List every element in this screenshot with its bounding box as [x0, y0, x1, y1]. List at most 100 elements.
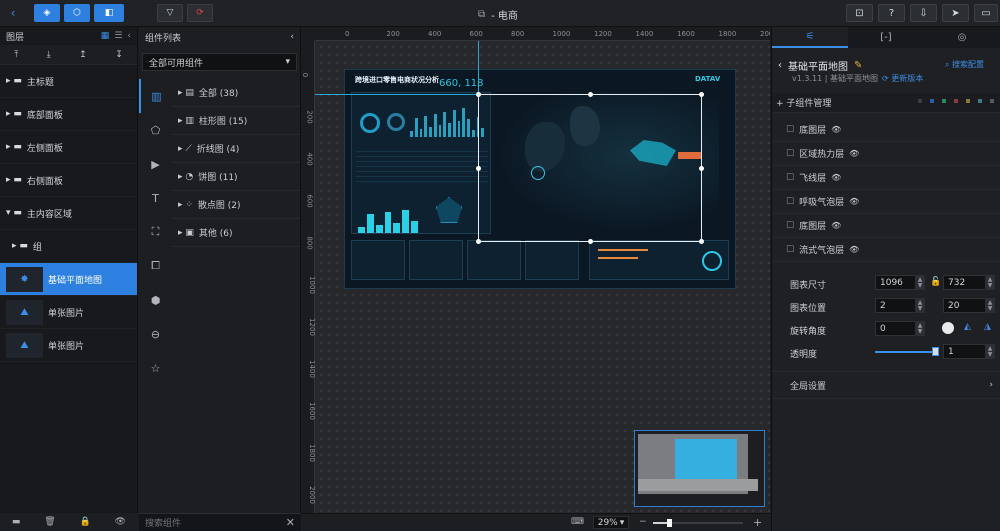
zoom-in-icon[interactable]: +	[753, 516, 762, 529]
resize-handle-sw[interactable]	[476, 239, 481, 244]
layer-item[interactable]: ⛰ 单张图片	[0, 296, 137, 329]
keyboard-icon[interactable]: ⌨	[571, 517, 584, 527]
category-chart[interactable]: ▥	[139, 79, 172, 113]
category-material[interactable]: ⧠	[139, 249, 172, 283]
lock-icon[interactable]: 🔒	[80, 517, 91, 527]
preview-button[interactable]: ▭	[974, 4, 998, 22]
checkbox-icon[interactable]: ☐	[786, 221, 794, 231]
color-swatch[interactable]	[954, 99, 958, 103]
width-stepper[interactable]: ▲ ▼	[915, 275, 925, 290]
resize-handle-se[interactable]	[699, 239, 704, 244]
category-other[interactable]: ⊖	[139, 317, 172, 351]
component-category-item[interactable]: ▸ ▣ 其他 (6)	[172, 219, 300, 247]
move-bottom-icon[interactable]: ⤓	[47, 50, 51, 60]
component-category-item[interactable]: ▸ ⁘ 散点图 (2)	[172, 191, 300, 219]
component-category-item[interactable]: ▸ ▤ 全部 (38)	[172, 79, 300, 107]
y-stepper[interactable]: ▲ ▼	[985, 298, 995, 313]
color-swatch[interactable]	[918, 99, 922, 103]
panel-toggle-button[interactable]: ◧	[94, 4, 124, 22]
height-stepper[interactable]: ▲ ▼	[985, 275, 995, 290]
eye-icon[interactable]: 👁	[115, 517, 126, 527]
subcomponent-item[interactable]: ☐ 流式气泡层 👁	[772, 238, 1000, 262]
subcomponent-item[interactable]: ☐ 底图层 👁	[772, 118, 1000, 142]
component-filter-select[interactable]: 全部可用组件 ▾	[142, 53, 297, 71]
layer-item[interactable]: ▸ ▬ 主标题	[0, 65, 137, 98]
zoom-out-icon[interactable]: −	[639, 517, 647, 527]
subcomponent-item[interactable]: ☐ 区域热力层 👁	[772, 142, 1000, 166]
category-text[interactable]: T	[139, 181, 172, 215]
zoom-slider-thumb[interactable]	[667, 519, 672, 527]
checkbox-icon[interactable]: ☐	[786, 245, 794, 255]
subcomponent-item[interactable]: ☐ 飞线层 👁	[772, 166, 1000, 190]
resize-handle-n[interactable]	[588, 92, 593, 97]
move-down-icon[interactable]: ↧	[115, 50, 123, 60]
color-swatch[interactable]	[930, 99, 934, 103]
eye-icon[interactable]: 👁	[831, 221, 841, 230]
color-swatch[interactable]	[966, 99, 970, 103]
eye-icon[interactable]: 👁	[831, 173, 841, 182]
rotation-stepper[interactable]: ▲ ▼	[915, 321, 925, 336]
folder-icon[interactable]: ▬	[12, 517, 21, 527]
rotation-dial[interactable]	[942, 322, 954, 334]
component-category-item[interactable]: ▸ ▥ 柱形图 (15)	[172, 107, 300, 135]
checkbox-icon[interactable]: ☐	[786, 173, 794, 183]
resize-handle-e[interactable]	[699, 166, 704, 171]
back-button[interactable]: ‹	[2, 4, 24, 22]
minimap[interactable]	[634, 430, 765, 507]
download-button[interactable]: ⇩	[910, 4, 937, 22]
eye-icon[interactable]: 👁	[831, 125, 841, 134]
layer-item[interactable]: ▸ ▬ 组	[0, 230, 137, 263]
resize-handle-nw[interactable]	[476, 92, 481, 97]
color-swatch[interactable]	[942, 99, 946, 103]
layer-item[interactable]: ⛰ 单张图片	[0, 329, 137, 362]
grid-view-icon[interactable]: ▦	[101, 31, 110, 41]
global-settings-row[interactable]: 全局设置 ›	[772, 371, 1000, 399]
component-search-input[interactable]: 搜索组件	[145, 516, 181, 529]
opacity-slider[interactable]	[875, 351, 937, 353]
help-button[interactable]: ?	[878, 4, 905, 22]
category-map[interactable]: ⬠	[139, 113, 172, 147]
zoom-select[interactable]: 29% ▾	[593, 516, 629, 529]
checkbox-icon[interactable]: ☐	[786, 125, 794, 135]
move-up-icon[interactable]: ↥	[79, 50, 87, 60]
edit-icon[interactable]: ✎	[854, 60, 862, 71]
category-favorite[interactable]: ☆	[139, 351, 172, 385]
checkbox-icon[interactable]: ☐	[786, 197, 794, 207]
category-media[interactable]: ▶	[139, 147, 172, 181]
update-version-link[interactable]: ⟳ 更新版本	[882, 73, 923, 84]
eye-icon[interactable]: 👁	[849, 149, 859, 158]
opacity-stepper[interactable]: ▲ ▼	[985, 344, 995, 359]
search-config-link[interactable]: ⌕ 搜索配置	[945, 59, 984, 70]
layers-toggle-button[interactable]: ◈	[34, 4, 60, 22]
move-top-icon[interactable]: ⤒	[14, 50, 18, 60]
subcomponent-item[interactable]: ☐ 呼吸气泡层 👁	[772, 190, 1000, 214]
color-swatch[interactable]	[990, 99, 994, 103]
eye-icon[interactable]: 👁	[849, 245, 859, 254]
flip-vertical-icon[interactable]: ◮	[984, 322, 991, 332]
refresh-button[interactable]: ⟳	[187, 4, 213, 22]
component-search[interactable]: 搜索组件 ✕	[139, 513, 301, 531]
canvas-area[interactable]: 0 200 400 600 800 1000 1200 1400 1600 1800 2000 0 2…	[301, 27, 770, 513]
trash-icon[interactable]: 🗑	[44, 517, 55, 527]
close-icon[interactable]: ✕	[286, 516, 295, 529]
tab-data[interactable]: [-]	[848, 27, 924, 48]
subcomponent-item[interactable]: ☐ 底图层 👁	[772, 214, 1000, 238]
lock-ratio-icon[interactable]: 🔓	[930, 277, 941, 287]
component-category-item[interactable]: ▸ ⟋ 折线图 (4)	[172, 135, 300, 163]
filter-button[interactable]: ▽	[157, 4, 183, 22]
chevron-left-icon[interactable]: ‹	[778, 60, 782, 71]
layer-item[interactable]: ▾ ▬ 主内容区域	[0, 197, 137, 230]
tab-interaction[interactable]: ◎	[924, 27, 1000, 48]
collapse-icon[interactable]: ‹	[290, 32, 294, 42]
category-network[interactable]: ⛶	[139, 215, 172, 249]
layer-item[interactable]: ✸ 基础平面地图	[0, 263, 137, 296]
save-button[interactable]: ⊡	[846, 4, 873, 22]
flip-horizontal-icon[interactable]: ◭	[964, 322, 971, 332]
x-stepper[interactable]: ▲ ▼	[915, 298, 925, 313]
components-toggle-button[interactable]: ⬡	[64, 4, 90, 22]
list-view-icon[interactable]: ☰	[114, 31, 122, 41]
layer-item[interactable]: ▸ ▬ 底部面板	[0, 98, 137, 131]
color-swatch[interactable]	[978, 99, 982, 103]
category-interaction[interactable]: ⬢	[139, 283, 172, 317]
resize-handle-s[interactable]	[588, 239, 593, 244]
